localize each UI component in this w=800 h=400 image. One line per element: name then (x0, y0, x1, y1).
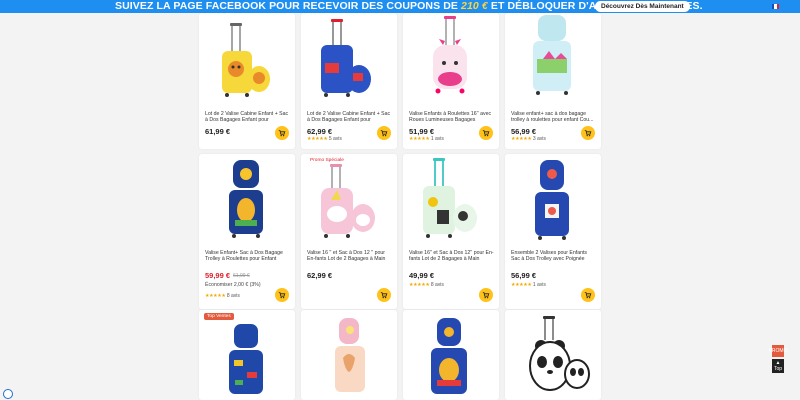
product-title[interactable]: Valise 16'' et Sac à Dos 12'' pour En-fa… (409, 250, 495, 262)
cart-icon (380, 130, 388, 137)
product-image[interactable] (301, 310, 397, 400)
product-title[interactable]: Valise Enfants à Roulettes 16'' avec Rou… (409, 111, 495, 123)
product-image[interactable] (505, 13, 601, 105)
add-to-cart-button[interactable] (479, 288, 493, 302)
product-image[interactable] (403, 154, 499, 246)
product-price: 62,99 € (307, 127, 333, 136)
product-title[interactable]: Valise 16 '' et Sac à Dos 12 '' pour En-… (307, 250, 393, 262)
product-title[interactable]: Lot de 2 Valise Cabine Enfant + Sac à Do… (307, 111, 393, 123)
product-image[interactable] (199, 154, 295, 246)
review-count: 1 avis (532, 282, 546, 288)
add-to-cart-button[interactable] (377, 288, 391, 302)
rating-stars: ★★★★★ (307, 136, 328, 142)
product-card[interactable]: Valise Enfant+ Sac à Dos Bagage Trolley … (199, 154, 295, 309)
cart-icon (482, 292, 490, 299)
cart-icon (278, 292, 286, 299)
product-rating: ★★★★★ 1 avis (511, 282, 546, 288)
product-card[interactable]: Promo Spéciale Valise 16 '' et Sac à Dos… (301, 154, 397, 309)
product-card[interactable]: Lot de 2 Valise Cabine Enfant + Sac à Do… (199, 13, 295, 149)
rating-stars: ★★★★★ (511, 282, 532, 288)
cart-icon (584, 292, 592, 299)
banner-amount: 210 € (461, 0, 488, 12)
cart-icon (482, 130, 490, 137)
product-image[interactable] (505, 310, 601, 400)
product-image[interactable] (199, 13, 295, 105)
chat-icon[interactable] (3, 389, 13, 399)
product-card[interactable] (505, 310, 601, 400)
product-card[interactable]: Ensemble 2 Valises pour Enfants Sac à Do… (505, 154, 601, 309)
product-price: 62,99 € (307, 271, 333, 280)
product-card[interactable] (301, 310, 397, 400)
product-card[interactable]: Valise enfant+ sac à dos bagage trolley … (505, 13, 601, 149)
product-title[interactable]: Ensemble 2 Valises pour Enfants Sac à Do… (511, 250, 597, 262)
rating-stars: ★★★★★ (205, 293, 226, 299)
product-card[interactable]: Lot de 2 Valise Cabine Enfant + Sac à Do… (301, 13, 397, 149)
product-price: 49,99 € (409, 271, 435, 280)
product-price: 61,99 € (205, 127, 231, 136)
product-image[interactable] (301, 13, 397, 105)
cart-icon (380, 292, 388, 299)
product-rating: ★★★★★ 3 avis (511, 136, 546, 142)
product-rating: ★★★★★ 1 avis (409, 136, 444, 142)
cart-icon (278, 130, 286, 137)
product-image[interactable] (301, 154, 397, 246)
product-rating: ★★★★★ 5 avis (307, 136, 342, 142)
add-to-cart-button[interactable] (581, 288, 595, 302)
product-saving: Économiser 2,00 € (3%) (205, 282, 261, 288)
add-to-cart-button[interactable] (581, 126, 595, 140)
product-card[interactable]: Top Ventes (199, 310, 295, 400)
product-price: 51,99 € (409, 127, 435, 136)
back-to-top-label: Top (773, 366, 783, 372)
cart-icon (584, 130, 592, 137)
review-count: 3 avis (532, 136, 546, 142)
product-image[interactable] (505, 154, 601, 246)
review-count: 8 avis (226, 293, 240, 299)
discover-button[interactable]: Découvrez Dès Maintenant (595, 1, 690, 12)
add-to-cart-button[interactable] (275, 126, 289, 140)
banner-text-before: SUIVEZ LA PAGE FACEBOOK POUR RECEVOIR DE… (115, 0, 458, 12)
review-count: 1 avis (430, 136, 444, 142)
promo-banner: SUIVEZ LA PAGE FACEBOOK POUR RECEVOIR DE… (0, 0, 800, 13)
product-image[interactable] (403, 310, 499, 400)
product-price: 56,99 € (511, 271, 537, 280)
product-rating: ★★★★★ 8 avis (205, 293, 240, 299)
add-to-cart-button[interactable] (275, 288, 289, 302)
product-price: 59,99 € (205, 271, 231, 280)
add-to-cart-button[interactable] (479, 126, 493, 140)
product-card[interactable]: Valise 16'' et Sac à Dos 12'' pour En-fa… (403, 154, 499, 309)
add-to-cart-button[interactable] (377, 126, 391, 140)
product-card[interactable]: Valise Enfants à Roulettes 16'' avec Rou… (403, 13, 499, 149)
review-count: 8 avis (430, 282, 444, 288)
rating-stars: ★★★★★ (409, 136, 430, 142)
french-flag-icon[interactable] (772, 4, 779, 9)
promo-side-button[interactable]: PROMO (769, 345, 787, 357)
product-old-price: 61,99 € (233, 273, 250, 279)
product-title[interactable]: Lot de 2 Valise Cabine Enfant + Sac à Do… (205, 111, 291, 123)
product-image[interactable] (403, 13, 499, 105)
review-count: 5 avis (328, 136, 342, 142)
product-card[interactable] (403, 310, 499, 400)
product-title[interactable]: Valise Enfant+ Sac à Dos Bagage Trolley … (205, 250, 291, 262)
product-rating: ★★★★★ 8 avis (409, 282, 444, 288)
product-title[interactable]: Valise enfant+ sac à dos bagage trolley … (511, 111, 597, 123)
product-image[interactable] (199, 310, 295, 400)
rating-stars: ★★★★★ (511, 136, 532, 142)
rating-stars: ★★★★★ (409, 282, 430, 288)
back-to-top-button[interactable]: ▲ Top (772, 359, 784, 373)
product-price: 56,99 € (511, 127, 537, 136)
